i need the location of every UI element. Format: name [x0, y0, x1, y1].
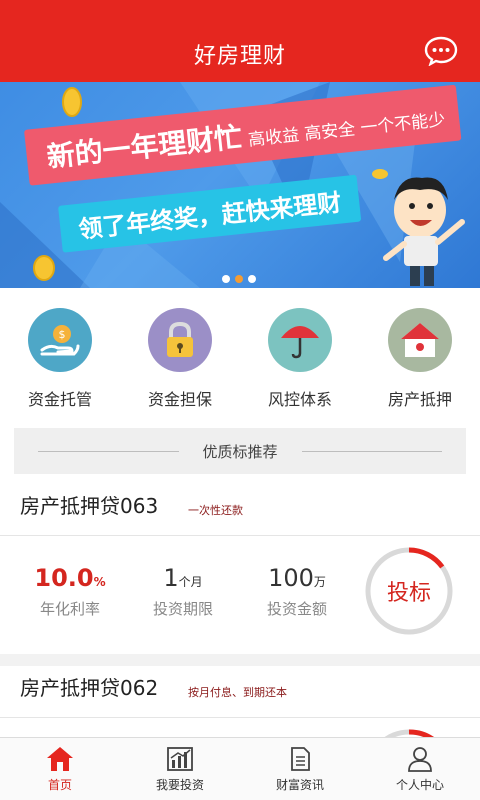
product-name: 房产抵押贷062 — [20, 676, 159, 700]
product-card-body[interactable]: 10.0% 年化利率 1个月 投资期限 100万 投资金额 投标 — [0, 536, 480, 654]
product-card-header[interactable]: 房产抵押贷062 按月付息、到期还本 — [0, 656, 480, 718]
feature-fund-guarantee[interactable]: 资金担保 — [120, 300, 240, 412]
tab-label: 财富资讯 — [275, 778, 324, 792]
repayment-type-tag: 按月付息、到期还本 — [188, 686, 287, 699]
invest-button[interactable]: 投标 — [364, 546, 454, 636]
bottom-tab-bar: 首页 我要投资 财富资讯 个人中心 — [0, 737, 480, 800]
pagination-dot[interactable] — [248, 275, 256, 283]
product-card-header[interactable]: 房产抵押贷063 一次性还款 — [0, 474, 480, 536]
tab-invest[interactable]: 我要投资 — [120, 738, 240, 800]
pagination-dot[interactable] — [222, 275, 230, 283]
home-icon — [47, 747, 73, 771]
product-card-body[interactable] — [0, 718, 480, 737]
progress-ring — [384, 729, 434, 737]
annual-rate: 10.0% 年化利率 — [34, 564, 106, 618]
page-title: 好房理财 — [193, 44, 286, 69]
feature-label: 风控体系 — [267, 390, 332, 409]
tab-label: 个人中心 — [395, 778, 444, 792]
divider — [301, 450, 443, 452]
banner-pagination — [222, 275, 256, 283]
pagination-dot-active[interactable] — [235, 275, 243, 283]
investment-term: 1个月 投资期限 — [152, 564, 213, 618]
feature-label: 资金托管 — [27, 390, 92, 409]
section-title: 优质标推荐 — [202, 442, 278, 461]
document-icon — [291, 747, 310, 771]
tab-label: 我要投资 — [155, 778, 204, 792]
feature-label: 房产抵押 — [387, 390, 452, 409]
product-name: 房产抵押贷063 — [20, 494, 159, 518]
bar-chart-icon — [167, 747, 193, 771]
promo-banner[interactable]: 新的一年理财忙 高收益 高安全 一个不能少 领了年终奖，赶快来理财 — [0, 82, 480, 288]
invest-button-label: 投标 — [386, 581, 431, 606]
feature-risk-control[interactable]: 风控体系 — [240, 300, 360, 412]
tab-label: 首页 — [47, 778, 72, 792]
app-header: 好房理财 — [0, 0, 480, 82]
user-icon — [408, 747, 432, 772]
feature-label: 资金担保 — [147, 390, 212, 409]
tab-home[interactable]: 首页 — [0, 738, 120, 800]
investment-amount: 100万 投资金额 — [266, 564, 327, 618]
padlock-icon — [148, 308, 212, 372]
section-header: 优质标推荐 — [14, 428, 466, 474]
feature-grid: $ 资金托管 资金担保 风控体系 房产抵押 — [0, 300, 480, 412]
tab-news[interactable]: 财富资讯 — [240, 738, 360, 800]
money-hand-icon: $ — [28, 308, 92, 372]
divider — [38, 450, 179, 452]
house-icon — [388, 308, 452, 372]
feature-fund-custody[interactable]: $ 资金托管 — [0, 300, 120, 412]
feature-property-mortgage[interactable]: 房产抵押 — [360, 300, 480, 412]
chat-bubble-icon[interactable] — [424, 36, 458, 66]
umbrella-icon — [268, 308, 332, 372]
tab-profile[interactable]: 个人中心 — [360, 738, 480, 800]
repayment-type-tag: 一次性还款 — [188, 504, 243, 517]
svg-text:$: $ — [59, 328, 66, 341]
